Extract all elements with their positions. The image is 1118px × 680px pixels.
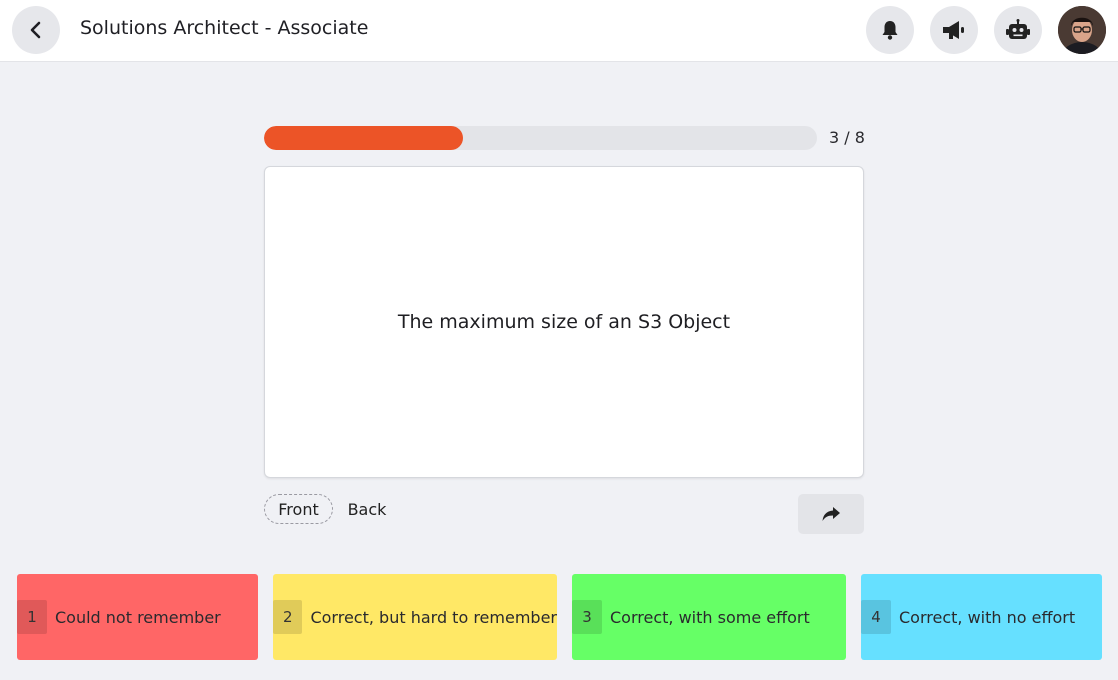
rating-number: 4	[861, 600, 891, 634]
rating-button-2[interactable]: 2 Correct, but hard to remember	[273, 574, 557, 660]
megaphone-icon	[943, 21, 964, 39]
rating-label: Correct, but hard to remember	[310, 607, 557, 627]
rating-number: 1	[17, 600, 47, 634]
rating-label: Could not remember	[55, 607, 221, 627]
progress-bar-fill	[264, 126, 464, 150]
flashcard[interactable]: The maximum size of an S3 Object	[264, 166, 864, 478]
notifications-button[interactable]	[866, 6, 914, 54]
progress-counter: 3 / 8	[829, 128, 865, 147]
tab-front[interactable]: Front	[264, 494, 333, 524]
rating-button-1[interactable]: 1 Could not remember	[17, 574, 258, 660]
rating-button-4[interactable]: 4 Correct, with no effort	[861, 574, 1102, 660]
tab-back[interactable]: Back	[340, 494, 394, 524]
rating-button-3[interactable]: 3 Correct, with some effort	[572, 574, 846, 660]
share-forward-icon	[822, 507, 840, 521]
rating-number: 3	[572, 600, 602, 634]
back-button[interactable]	[12, 6, 60, 54]
flip-card-button[interactable]	[798, 494, 864, 534]
announcements-button[interactable]	[930, 6, 978, 54]
top-bar: Solutions Architect - Associate	[0, 0, 1118, 62]
user-avatar[interactable]	[1058, 6, 1106, 54]
chevron-left-icon	[30, 21, 41, 39]
rating-label: Correct, with some effort	[610, 607, 810, 627]
rating-number: 2	[273, 600, 303, 634]
avatar-image	[1058, 6, 1106, 54]
robot-icon	[1006, 19, 1030, 39]
progress-bar	[264, 126, 817, 150]
assistant-button[interactable]	[994, 6, 1042, 54]
flashcard-text: The maximum size of an S3 Object	[397, 311, 731, 333]
rating-label: Correct, with no effort	[899, 607, 1076, 627]
bell-icon	[882, 21, 898, 40]
page-title: Solutions Architect - Associate	[80, 17, 369, 39]
